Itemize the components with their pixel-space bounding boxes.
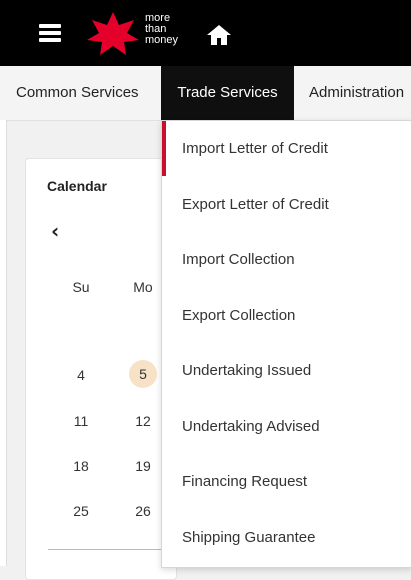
logo-text: more than money bbox=[145, 13, 178, 46]
calendar-divider bbox=[48, 549, 176, 550]
home-icon[interactable] bbox=[206, 24, 232, 46]
menu-item-financing-request[interactable]: Financing Request bbox=[162, 454, 411, 509]
calendar-day[interactable]: 12 bbox=[130, 413, 156, 429]
trade-services-menu: Import Letter of Credit Export Letter of… bbox=[161, 120, 411, 568]
calendar-day[interactable]: 4 bbox=[68, 367, 94, 383]
top-bar: more than money bbox=[0, 0, 411, 66]
tab-administration[interactable]: Administration bbox=[309, 66, 404, 120]
calendar-day[interactable]: 18 bbox=[68, 458, 94, 474]
calendar-day[interactable]: 26 bbox=[130, 503, 156, 519]
hamburger-icon[interactable] bbox=[39, 24, 61, 42]
chevron-left-icon[interactable]: ‹ bbox=[51, 221, 59, 241]
tab-common-services[interactable]: Common Services bbox=[16, 66, 139, 120]
calendar-day[interactable]: 19 bbox=[130, 458, 156, 474]
calendar-title: Calendar bbox=[47, 178, 107, 194]
menu-item-import-collection[interactable]: Import Collection bbox=[162, 232, 411, 287]
calendar-day-today[interactable]: 5 bbox=[129, 360, 157, 388]
menu-item-undertaking-advised[interactable]: Undertaking Advised bbox=[162, 399, 411, 454]
tab-trade-services[interactable]: Trade Services bbox=[161, 66, 294, 120]
main-nav: Common Services Trade Services Administr… bbox=[0, 66, 411, 121]
logo-word-money: money bbox=[145, 34, 179, 46]
calendar-day[interactable]: 11 bbox=[68, 413, 94, 429]
menu-item-export-letter-of-credit[interactable]: Export Letter of Credit bbox=[162, 177, 411, 232]
menu-item-undertaking-issued[interactable]: Undertaking Issued bbox=[162, 343, 411, 398]
menu-item-export-collection[interactable]: Export Collection bbox=[162, 288, 411, 343]
menu-item-shipping-guarantee[interactable]: Shipping Guarantee bbox=[162, 510, 411, 565]
weekday-mo: Mo bbox=[133, 279, 153, 295]
calendar-day[interactable]: 25 bbox=[68, 503, 94, 519]
sidebar-edge bbox=[0, 120, 7, 566]
star-logo[interactable] bbox=[86, 10, 140, 56]
weekday-su: Su bbox=[72, 279, 90, 295]
calendar-widget: Calendar ‹ Su Mo 4 5 11 12 18 19 25 26 bbox=[25, 158, 177, 580]
menu-item-import-letter-of-credit[interactable]: Import Letter of Credit bbox=[162, 121, 411, 176]
